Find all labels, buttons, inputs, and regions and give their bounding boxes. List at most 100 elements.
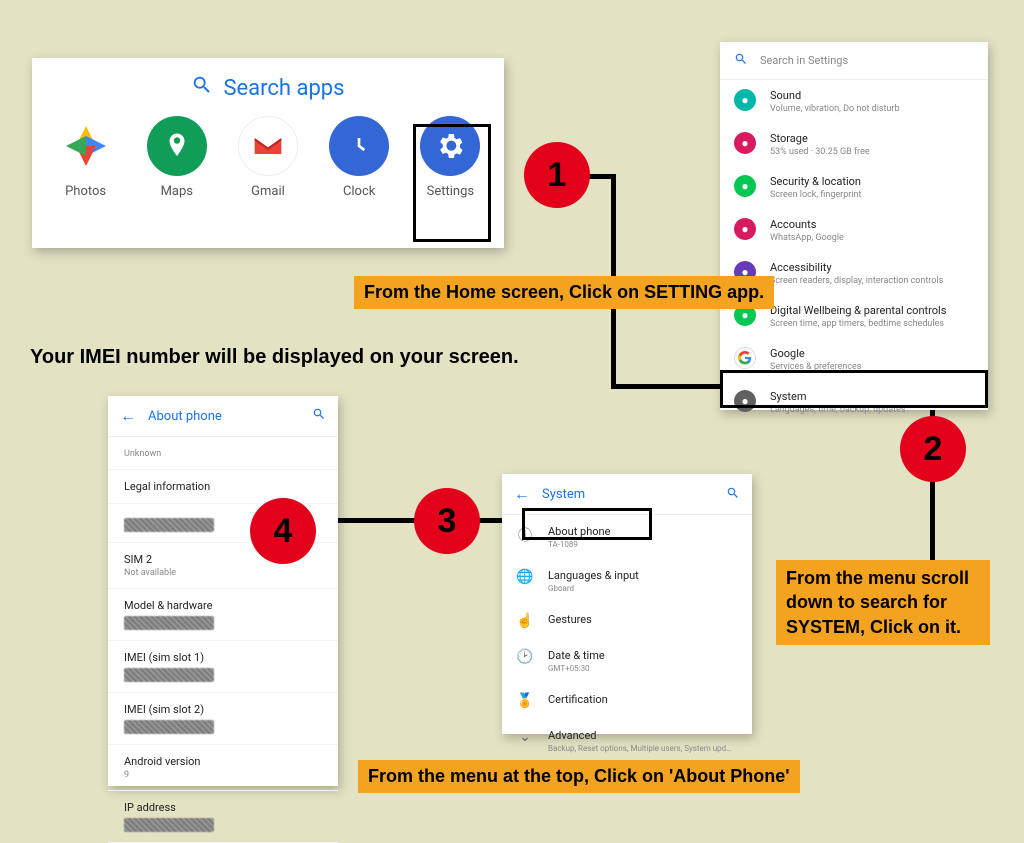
settings-item-title: Google [770, 347, 861, 360]
system-item-gestures[interactable]: ☝ Gestures [502, 603, 752, 639]
system-item-icon: 🕑 [516, 649, 534, 665]
settings-item-title: Digital Wellbeing & parental controls [770, 304, 946, 317]
search-icon[interactable] [312, 407, 326, 425]
redacted-value [124, 668, 214, 682]
system-item-languages-input[interactable]: 🌐 Languages & input Gboard [502, 559, 752, 603]
redacted-value [124, 720, 214, 734]
about-title: About phone [148, 409, 300, 424]
highlight-system-item [720, 370, 988, 408]
highlight-settings-app [413, 124, 491, 242]
search-icon[interactable] [726, 486, 740, 503]
step-badge-3: 3 [414, 488, 480, 554]
about-row-title: IMEI (sim slot 1) [124, 651, 322, 664]
step-badge-4: 4 [250, 498, 316, 564]
caption-step-2: From the menu scroll down to search for … [776, 560, 990, 645]
search-settings-placeholder: Search in Settings [760, 54, 848, 67]
about-row-sub: Unknown [124, 449, 322, 459]
app-label: Maps [137, 184, 217, 199]
caption-step-1: From the Home screen, Click on SETTING a… [354, 276, 774, 309]
settings-item-sound[interactable]: ● Sound Volume, vibration, Do not disturb [720, 80, 988, 123]
about-row[interactable]: IMEI (sim slot 1) [108, 641, 338, 693]
about-row-sub: 9 [124, 770, 322, 780]
settings-item-subtitle: WhatsApp, Google [770, 233, 844, 243]
settings-item-icon: ● [734, 175, 756, 197]
app-label: Photos [46, 184, 126, 199]
search-settings[interactable]: Search in Settings [720, 42, 988, 80]
system-title: System [542, 487, 714, 502]
about-row[interactable]: Unknown [108, 437, 338, 470]
settings-item-subtitle: Screen lock, fingerprint [770, 190, 861, 200]
connector [611, 384, 721, 389]
system-item-title: Languages & input [548, 569, 639, 582]
about-row-sub: Not available [124, 568, 322, 578]
settings-item-icon: ● [734, 132, 756, 154]
redacted-value [124, 818, 214, 832]
system-item-certification[interactable]: 🏅 Certification [502, 683, 752, 719]
system-item-icon: 🏅 [516, 693, 534, 709]
maps-icon [147, 116, 207, 176]
settings-item-icon: ● [734, 218, 756, 240]
system-item-title: Date & time [548, 649, 605, 662]
settings-item-security-location[interactable]: ● Security & location Screen lock, fingerp… [720, 166, 988, 209]
system-item-subtitle: Backup, Reset options, Multiple users, S… [548, 744, 732, 753]
photos-icon [56, 116, 116, 176]
settings-item-title: Security & location [770, 175, 861, 188]
settings-item-subtitle: Screen readers, display, interaction con… [770, 276, 943, 286]
search-icon [191, 74, 213, 102]
search-icon [734, 52, 748, 69]
system-item-title: Advanced [548, 729, 732, 742]
step-badge-2: 2 [900, 416, 966, 482]
about-row-title: Legal information [124, 480, 322, 493]
step-badge-1: 1 [524, 142, 590, 208]
system-item-date-time[interactable]: 🕑 Date & time GMT+05:30 [502, 639, 752, 683]
settings-item-title: Storage [770, 132, 870, 145]
system-item-title: Certification [548, 693, 608, 706]
about-header: ← About phone [108, 396, 338, 437]
app-maps[interactable]: Maps [137, 116, 217, 199]
settings-item-accounts[interactable]: ● Accounts WhatsApp, Google [720, 209, 988, 252]
gmail-icon [238, 116, 298, 176]
about-phone-screen: ← About phone UnknownLegal informationSI… [108, 396, 338, 786]
about-row-title: IMEI (sim slot 2) [124, 703, 322, 716]
system-item-advanced[interactable]: ⌄ Advanced Backup, Reset options, Multiple… [502, 719, 752, 763]
settings-item-icon [734, 347, 756, 369]
redacted-value [124, 616, 214, 630]
about-row[interactable]: Android version 9 [108, 745, 338, 791]
back-icon[interactable]: ← [514, 484, 530, 504]
back-icon[interactable]: ← [120, 406, 136, 426]
settings-list: Search in Settings ● Sound Volume, vibrati… [720, 42, 988, 410]
settings-item-subtitle: 53% used · 30.25 GB free [770, 147, 870, 157]
settings-item-title: Accounts [770, 218, 844, 231]
system-item-icon: 🌐 [516, 569, 534, 585]
about-row-title: IP address [124, 801, 322, 814]
about-row[interactable]: Legal information [108, 470, 338, 504]
highlight-about-phone [522, 508, 652, 540]
system-item-subtitle: Gboard [548, 584, 639, 593]
app-label: Clock [319, 184, 399, 199]
settings-item-subtitle: Screen time, app timers, bedtime schedul… [770, 319, 946, 329]
settings-item-icon: ● [734, 89, 756, 111]
final-note: Your IMEI number will be displayed on yo… [30, 346, 519, 369]
app-label: Gmail [228, 184, 308, 199]
search-apps-label: Search apps [223, 76, 344, 101]
system-item-subtitle: TA-1089 [548, 540, 610, 549]
system-item-subtitle: GMT+05:30 [548, 664, 605, 673]
about-row[interactable]: IP address [108, 791, 338, 843]
settings-item-title: Accessibility [770, 261, 943, 274]
app-clock[interactable]: Clock [319, 116, 399, 199]
system-item-title: Gestures [548, 613, 592, 626]
settings-item-storage[interactable]: ● Storage 53% used · 30.25 GB free [720, 123, 988, 166]
system-item-icon: ☝ [516, 613, 534, 629]
settings-item-subtitle: Volume, vibration, Do not disturb [770, 104, 900, 114]
settings-item-title: Sound [770, 89, 900, 102]
about-row-title: Android version [124, 755, 322, 768]
system-item-icon: ⌄ [516, 729, 534, 745]
about-row[interactable]: IMEI (sim slot 2) [108, 693, 338, 745]
search-apps[interactable]: Search apps [40, 68, 496, 116]
app-gmail[interactable]: Gmail [228, 116, 308, 199]
about-row[interactable]: Model & hardware [108, 589, 338, 641]
about-row-title: Model & hardware [124, 599, 322, 612]
app-photos[interactable]: Photos [46, 116, 126, 199]
redacted-value [124, 518, 214, 532]
caption-step-3: From the menu at the top, Click on 'Abou… [358, 760, 800, 793]
